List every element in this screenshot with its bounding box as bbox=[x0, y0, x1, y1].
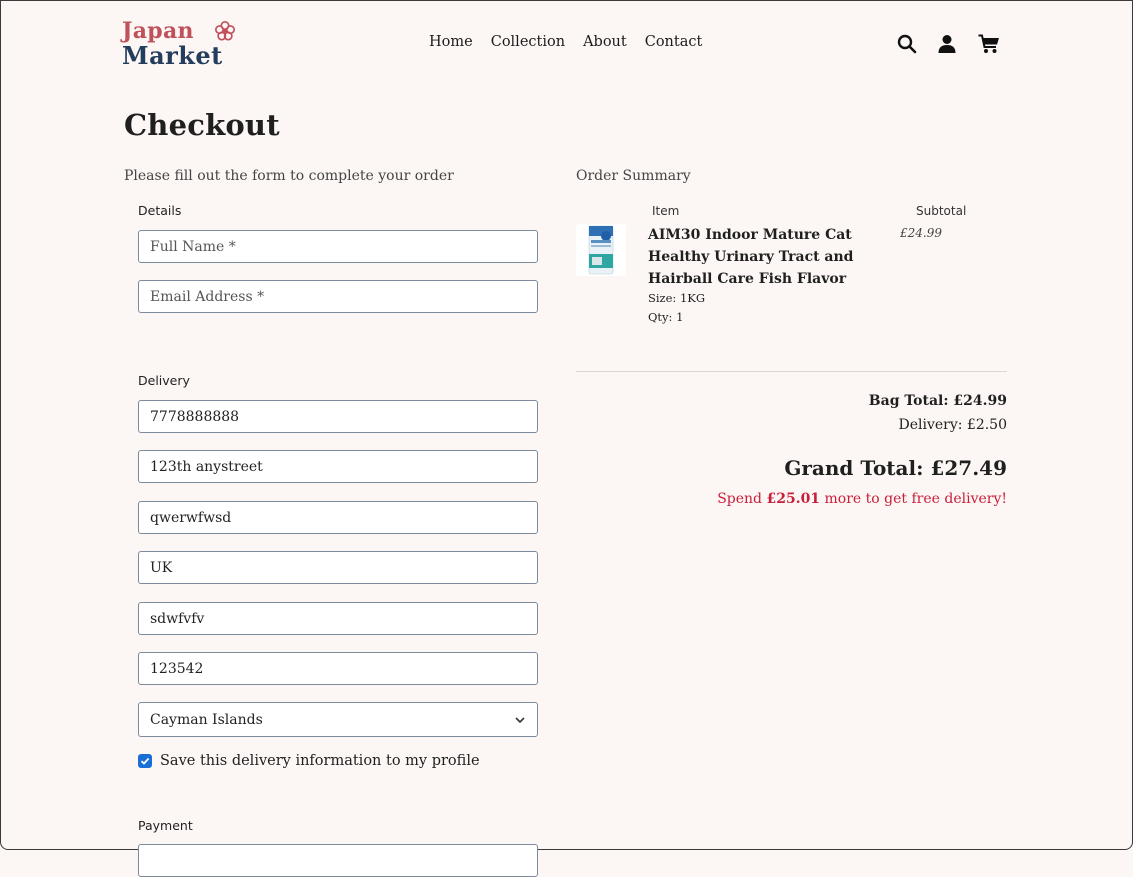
save-info-checkbox[interactable] bbox=[138, 754, 152, 768]
nav-about[interactable]: About bbox=[583, 34, 627, 50]
nav-home[interactable]: Home bbox=[429, 34, 473, 50]
summary-divider bbox=[576, 371, 1007, 372]
nav-collection[interactable]: Collection bbox=[491, 34, 565, 50]
save-info-label: Save this delivery information to my pro… bbox=[160, 753, 480, 769]
nav-contact[interactable]: Contact bbox=[645, 34, 703, 50]
county-input[interactable]: sdwfvfv bbox=[138, 602, 538, 635]
country-select[interactable]: Cayman Islands bbox=[138, 702, 538, 737]
brand-logo[interactable]: Japan Market bbox=[122, 18, 238, 72]
order-summary-heading: Order Summary bbox=[576, 168, 691, 184]
country-select-value: Cayman Islands bbox=[150, 711, 263, 728]
street-address-2-input[interactable]: qwerwfwsd bbox=[138, 501, 538, 534]
free-delivery-suffix: more to get free delivery! bbox=[820, 491, 1008, 507]
page-subtitle: Please fill out the form to complete you… bbox=[124, 168, 454, 184]
details-label: Details bbox=[138, 203, 182, 218]
page-title: Checkout bbox=[124, 108, 280, 142]
brand-line2: Market bbox=[122, 41, 223, 70]
payment-field[interactable] bbox=[138, 844, 538, 877]
sakura-flower-icon bbox=[215, 21, 235, 41]
delivery-cost: Delivery: £2.50 bbox=[898, 417, 1007, 433]
grand-total: Grand Total: £27.49 bbox=[784, 456, 1007, 480]
subtotal-column-header: Subtotal bbox=[916, 204, 967, 218]
free-delivery-prefix: Spend bbox=[717, 491, 767, 507]
product-qty: Qty: 1 bbox=[648, 310, 684, 324]
delivery-label: Delivery bbox=[138, 373, 190, 388]
save-info-row[interactable]: Save this delivery information to my pro… bbox=[138, 753, 480, 769]
free-delivery-amount: £25.01 bbox=[766, 491, 821, 507]
product-thumbnail bbox=[576, 224, 626, 276]
product-size: Size: 1KG bbox=[648, 291, 706, 305]
full-name-input[interactable]: Full Name * bbox=[138, 230, 538, 263]
bag-total: Bag Total: £24.99 bbox=[868, 393, 1007, 409]
checkmark-icon bbox=[140, 757, 150, 765]
search-icon[interactable] bbox=[897, 34, 917, 54]
payment-label: Payment bbox=[138, 818, 193, 833]
account-icon[interactable] bbox=[937, 34, 957, 54]
phone-input[interactable]: 7778888888 bbox=[138, 400, 538, 433]
main-nav: Home Collection About Contact bbox=[429, 34, 702, 50]
street-address-1-input[interactable]: 123th anystreet bbox=[138, 450, 538, 483]
product-name[interactable]: AIM30 Indoor Mature Cat Healthy Urinary … bbox=[648, 224, 858, 290]
item-column-header: Item bbox=[652, 204, 680, 218]
postcode-input[interactable]: 123542 bbox=[138, 652, 538, 685]
town-input[interactable]: UK bbox=[138, 551, 538, 584]
chevron-down-icon bbox=[515, 716, 525, 723]
email-input[interactable]: Email Address * bbox=[138, 280, 538, 313]
product-subtotal: £24.99 bbox=[900, 226, 942, 240]
cart-icon[interactable] bbox=[978, 34, 1000, 54]
free-delivery-notice: Spend £25.01 more to get free delivery! bbox=[717, 491, 1007, 507]
